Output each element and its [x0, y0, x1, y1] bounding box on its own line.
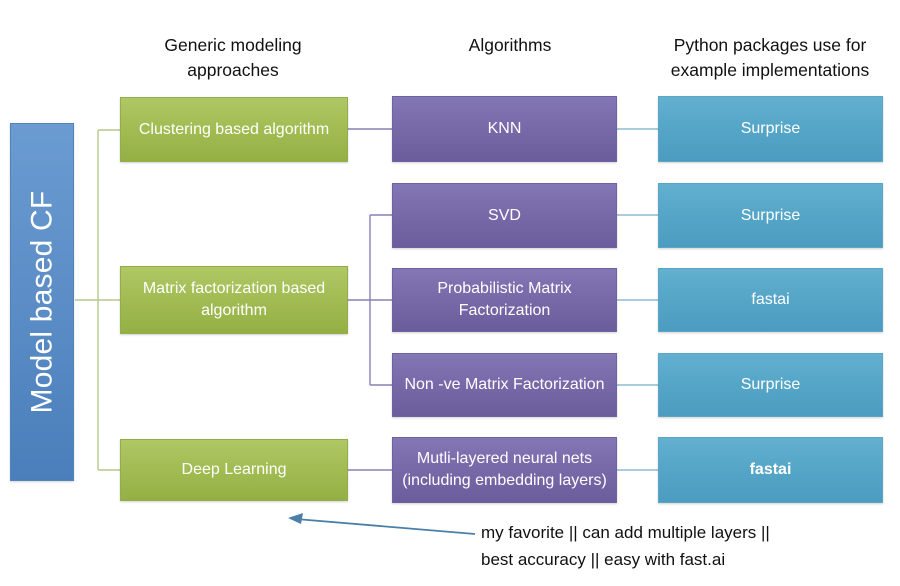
package-node-knn[interactable]: Surprise [658, 96, 883, 162]
approach-node-clustering[interactable]: Clustering based algorithm [120, 97, 348, 162]
package-label-neural-nets: fastai [749, 461, 792, 478]
approach-node-matrix-factorization[interactable]: Matrix factorization based algorithm [120, 266, 348, 334]
annotation-text: my favorite || can add multiple layers |… [481, 523, 770, 569]
algorithm-node-neural-nets[interactable]: Mutli-layered neural nets (including emb… [392, 437, 617, 503]
package-node-pmf[interactable]: fastai [658, 268, 883, 332]
approach-label-clustering: Clustering based algorithm [138, 120, 330, 138]
approach-label-deep-learning: Deep Learning [181, 461, 287, 478]
column-header-generic-modeling: Generic modeling approaches [164, 35, 302, 80]
algorithm-label-knn: KNN [487, 120, 522, 137]
algorithm-label-pmf: Probabilistic Matrix Factorization [437, 280, 572, 319]
package-node-nmf[interactable]: Surprise [658, 353, 883, 417]
algorithm-node-pmf[interactable]: Probabilistic Matrix Factorization [392, 268, 617, 332]
column-header-algorithms: Algorithms [468, 35, 552, 55]
diagram-canvas: Generic modeling approaches Algorithms P… [0, 0, 900, 586]
root-node-model-based-cf[interactable]: Model based CF [10, 123, 74, 481]
root-node-label: Model based CF [25, 190, 59, 414]
algorithm-node-svd[interactable]: SVD [392, 183, 617, 248]
package-label-nmf: Surprise [740, 376, 801, 393]
algorithm-node-knn[interactable]: KNN [392, 96, 617, 162]
package-node-neural-nets[interactable]: fastai [658, 437, 883, 503]
algorithm-label-svd: SVD [488, 206, 521, 224]
package-label-pmf: fastai [751, 291, 790, 308]
algorithm-label-nmf: Non -ve Matrix Factorization [404, 376, 605, 393]
package-label-knn: Surprise [740, 120, 801, 137]
package-node-svd[interactable]: Surprise [658, 183, 883, 248]
approach-node-deep-learning[interactable]: Deep Learning [120, 439, 348, 501]
algorithm-node-nmf[interactable]: Non -ve Matrix Factorization [392, 353, 617, 417]
algorithm-label-neural-nets: Mutli-layered neural nets (including emb… [402, 450, 607, 489]
annotation-arrow [288, 513, 476, 535]
column-header-python-packages: Python packages use for example implemen… [670, 35, 870, 80]
package-label-svd: Surprise [740, 206, 801, 224]
approach-label-matrix-factorization: Matrix factorization based algorithm [142, 280, 326, 319]
